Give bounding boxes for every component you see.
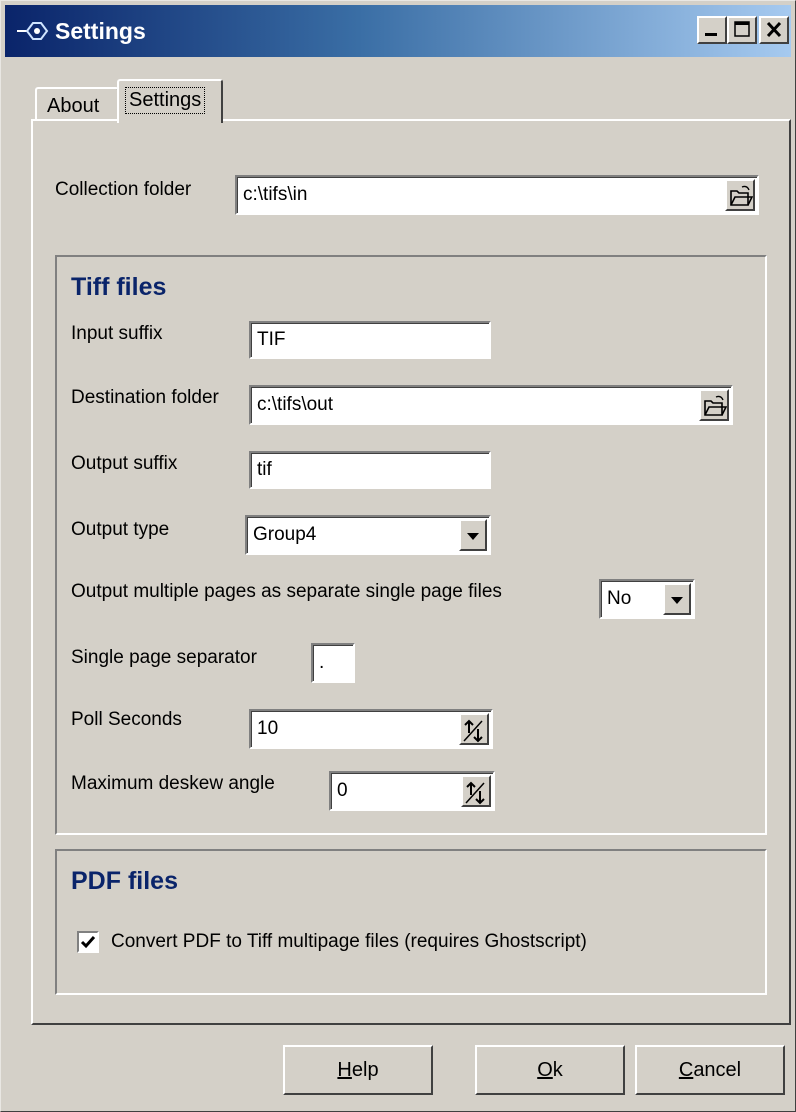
settings-window: Settings About Settings Collection folde… xyxy=(0,0,796,1112)
help-label: elp xyxy=(351,1059,379,1081)
spin-arrows-icon xyxy=(465,781,485,805)
poll-seconds-value: 10 xyxy=(257,718,279,739)
folder-open-icon xyxy=(704,395,727,416)
checkmark-icon xyxy=(80,936,96,949)
multiple-pages-value: No xyxy=(607,588,632,609)
cancel-accel: C xyxy=(678,1059,694,1081)
separator-label: Single page separator xyxy=(71,647,257,668)
convert-pdf-label[interactable]: Convert PDF to Tiff multipage files (req… xyxy=(111,931,587,953)
tiff-files-title: Tiff files xyxy=(71,273,167,301)
tiff-files-group: Tiff files Input suffix TIF Destination … xyxy=(55,255,767,835)
tab-settings[interactable]: Settings xyxy=(117,79,223,123)
destination-folder-field[interactable]: c:\tifs\out xyxy=(249,385,733,425)
multiple-pages-select[interactable]: No xyxy=(599,579,695,619)
input-suffix-label: Input suffix xyxy=(71,323,163,344)
input-suffix-value: TIF xyxy=(257,329,286,350)
settings-panel: Collection folder c:\tifs\in Tiff files … xyxy=(31,119,791,1025)
chevron-down-icon xyxy=(671,597,683,604)
folder-open-icon xyxy=(730,185,753,206)
destination-folder-browse-button[interactable] xyxy=(699,389,729,421)
maximize-button[interactable] xyxy=(727,16,757,44)
output-type-dropdown-button[interactable] xyxy=(459,519,487,551)
destination-folder-label: Destination folder xyxy=(71,387,219,408)
maximize-icon xyxy=(734,21,750,37)
spin-arrows-icon xyxy=(463,719,483,743)
output-type-value: Group4 xyxy=(253,524,317,545)
deskew-angle-spin-button[interactable] xyxy=(461,775,491,807)
ok-button[interactable]: Ok xyxy=(475,1045,625,1095)
tab-settings-label: Settings xyxy=(125,87,206,114)
cancel-button[interactable]: Cancel xyxy=(635,1045,785,1095)
collection-folder-label: Collection folder xyxy=(55,179,192,200)
separator-value: . xyxy=(319,652,325,673)
output-suffix-value: tif xyxy=(257,459,272,480)
chevron-down-icon xyxy=(467,533,479,540)
tab-about-label: About xyxy=(47,95,100,117)
ok-label: k xyxy=(552,1059,563,1081)
poll-seconds-spinner[interactable]: 10 xyxy=(249,709,493,749)
ok-accel: O xyxy=(537,1059,553,1081)
minimize-button[interactable] xyxy=(697,16,727,44)
app-icon xyxy=(17,22,49,40)
separator-field[interactable]: . xyxy=(311,643,355,683)
multiple-pages-label: Output multiple pages as separate single… xyxy=(71,581,502,602)
close-icon xyxy=(766,21,782,38)
deskew-angle-spinner[interactable]: 0 xyxy=(329,771,495,811)
deskew-angle-value: 0 xyxy=(337,780,348,801)
title-bar[interactable]: Settings xyxy=(5,5,791,57)
close-button[interactable] xyxy=(759,16,789,44)
multiple-pages-dropdown-button[interactable] xyxy=(663,583,691,615)
output-suffix-label: Output suffix xyxy=(71,453,178,474)
poll-seconds-label: Poll Seconds xyxy=(71,709,182,730)
convert-pdf-checkbox[interactable] xyxy=(77,931,99,953)
collection-folder-field[interactable]: c:\tifs\in xyxy=(235,175,759,215)
collection-folder-browse-button[interactable] xyxy=(725,179,755,211)
destination-folder-value: c:\tifs\out xyxy=(257,394,334,415)
output-type-label: Output type xyxy=(71,519,170,540)
minimize-icon xyxy=(705,33,717,36)
window-title: Settings xyxy=(55,18,146,44)
output-suffix-field[interactable]: tif xyxy=(249,451,491,489)
pdf-files-group: PDF files Convert PDF to Tiff multipage … xyxy=(55,849,767,995)
output-type-select[interactable]: Group4 xyxy=(245,515,491,555)
deskew-angle-label: Maximum deskew angle xyxy=(71,773,275,794)
pdf-files-title: PDF files xyxy=(71,867,178,895)
help-button[interactable]: Help xyxy=(283,1045,433,1095)
tab-about[interactable]: About xyxy=(35,87,119,121)
cancel-label: ancel xyxy=(693,1059,742,1081)
help-accel: H xyxy=(337,1059,352,1081)
collection-folder-value: c:\tifs\in xyxy=(243,184,308,205)
poll-seconds-spin-button[interactable] xyxy=(459,713,489,745)
input-suffix-field[interactable]: TIF xyxy=(249,321,491,359)
